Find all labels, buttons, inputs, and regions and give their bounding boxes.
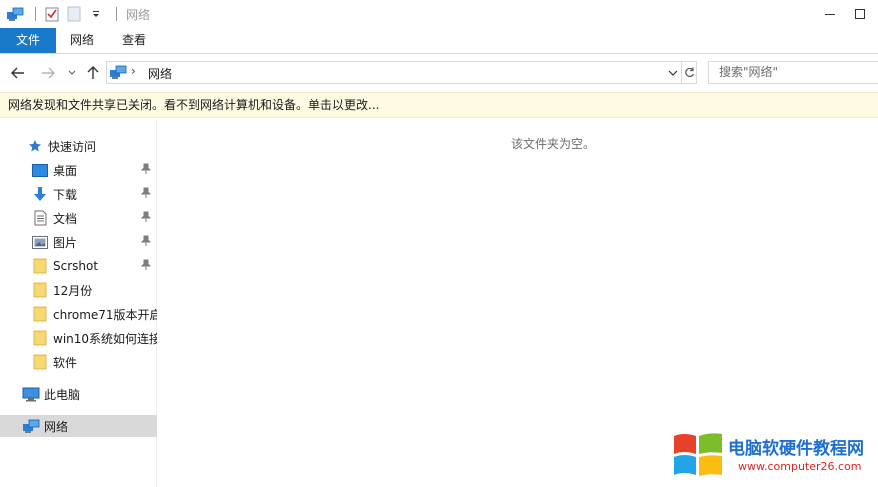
maximize-button[interactable]	[840, 0, 878, 28]
folder-icon	[31, 329, 49, 347]
new-folder-icon[interactable]	[65, 5, 83, 23]
tab-file[interactable]: 文件	[0, 28, 56, 53]
folder-icon	[31, 353, 49, 371]
address-history-dropdown-icon[interactable]	[665, 62, 681, 83]
up-button[interactable]	[82, 62, 104, 84]
breadcrumb-network[interactable]: 网络	[148, 65, 172, 82]
sidebar-item-label: Scrshot	[53, 259, 99, 273]
sidebar-item-software[interactable]: 软件	[0, 351, 157, 373]
ribbon-tabs: 文件 网络 查看	[0, 28, 878, 54]
window-title: 网络	[126, 7, 151, 22]
address-bar[interactable]: › 网络	[106, 61, 697, 84]
pin-icon[interactable]	[140, 259, 152, 274]
watermark-title: 电脑软硬件教程网	[728, 439, 864, 459]
sidebar-item-label: 图片	[53, 235, 78, 250]
sidebar-item-desktop[interactable]: 桌面	[0, 159, 157, 181]
sidebar-item-downloads[interactable]: 下载	[0, 183, 157, 205]
sidebar-item-scrshot[interactable]: Scrshot	[0, 255, 157, 277]
network-discovery-infobar[interactable]: 网络发现和文件共享已关闭。看不到网络计算机和设备。单击以更改...	[0, 92, 878, 118]
forward-button[interactable]	[37, 62, 59, 84]
sidebar-item-label: 下载	[53, 187, 78, 202]
download-icon	[31, 185, 49, 203]
watermark: 电脑软硬件教程网 www.computer26.com	[672, 430, 878, 482]
network-icon	[109, 64, 127, 83]
sidebar-item-label: 文档	[53, 211, 78, 226]
pin-icon[interactable]	[140, 211, 152, 226]
sidebar-item-pictures[interactable]: 图片	[0, 231, 157, 253]
star-icon	[26, 137, 44, 155]
document-icon	[31, 209, 49, 227]
qat-divider	[35, 7, 36, 21]
sidebar-item-quick-access[interactable]: 快速访问	[0, 135, 157, 157]
sidebar-item-documents[interactable]: 文档	[0, 207, 157, 229]
quick-access-toolbar: 网络	[6, 4, 150, 24]
empty-folder-message: 该文件夹为空。	[511, 137, 596, 151]
sidebar-item-label: win10系统如何连接	[53, 331, 157, 346]
sidebar-item-label: 网络	[44, 419, 69, 434]
sidebar-item-label: 软件	[53, 355, 78, 370]
pin-icon[interactable]	[140, 235, 152, 250]
desktop-icon	[31, 161, 49, 179]
watermark-url: www.computer26.com	[738, 460, 862, 473]
windows-logo-icon	[672, 430, 724, 480]
title-bar: 网络	[0, 0, 878, 28]
pin-icon[interactable]	[140, 187, 152, 202]
sidebar-item-this-pc[interactable]: 此电脑	[0, 383, 157, 405]
search-input[interactable]: 搜索"网络"	[708, 61, 878, 84]
tab-network[interactable]: 网络	[58, 28, 106, 53]
navigation-pane: 快速访问 桌面 下载 文档 图片 Scrshot 12月份 chrome71版本…	[0, 119, 157, 487]
tab-view[interactable]: 查看	[110, 28, 158, 53]
sidebar-item-label: 此电脑	[44, 387, 81, 402]
pin-icon[interactable]	[140, 163, 152, 178]
network-app-icon[interactable]	[6, 5, 24, 23]
sidebar-item-chrome71[interactable]: chrome71版本开启	[0, 303, 157, 325]
sidebar-item-label: 桌面	[53, 163, 78, 178]
network-icon	[22, 417, 40, 435]
sidebar-item-december[interactable]: 12月份	[0, 279, 157, 301]
folder-icon	[31, 257, 49, 275]
customize-qat-icon[interactable]	[87, 5, 105, 23]
recent-locations-button[interactable]	[61, 62, 83, 84]
folder-icon	[31, 281, 49, 299]
breadcrumb-chevron-icon[interactable]: ›	[131, 64, 136, 78]
sidebar-item-label: chrome71版本开启	[53, 307, 157, 322]
pictures-icon	[31, 233, 49, 251]
sidebar-item-win10[interactable]: win10系统如何连接	[0, 327, 157, 349]
title-divider	[116, 7, 117, 21]
sidebar-item-label: 快速访问	[48, 139, 97, 154]
sidebar-item-label: 12月份	[53, 283, 93, 298]
folder-icon	[31, 305, 49, 323]
refresh-icon[interactable]	[681, 62, 697, 83]
computer-icon	[22, 385, 40, 403]
back-button[interactable]	[7, 62, 29, 84]
properties-icon[interactable]	[43, 5, 61, 23]
sidebar-item-network[interactable]: 网络	[0, 415, 157, 437]
